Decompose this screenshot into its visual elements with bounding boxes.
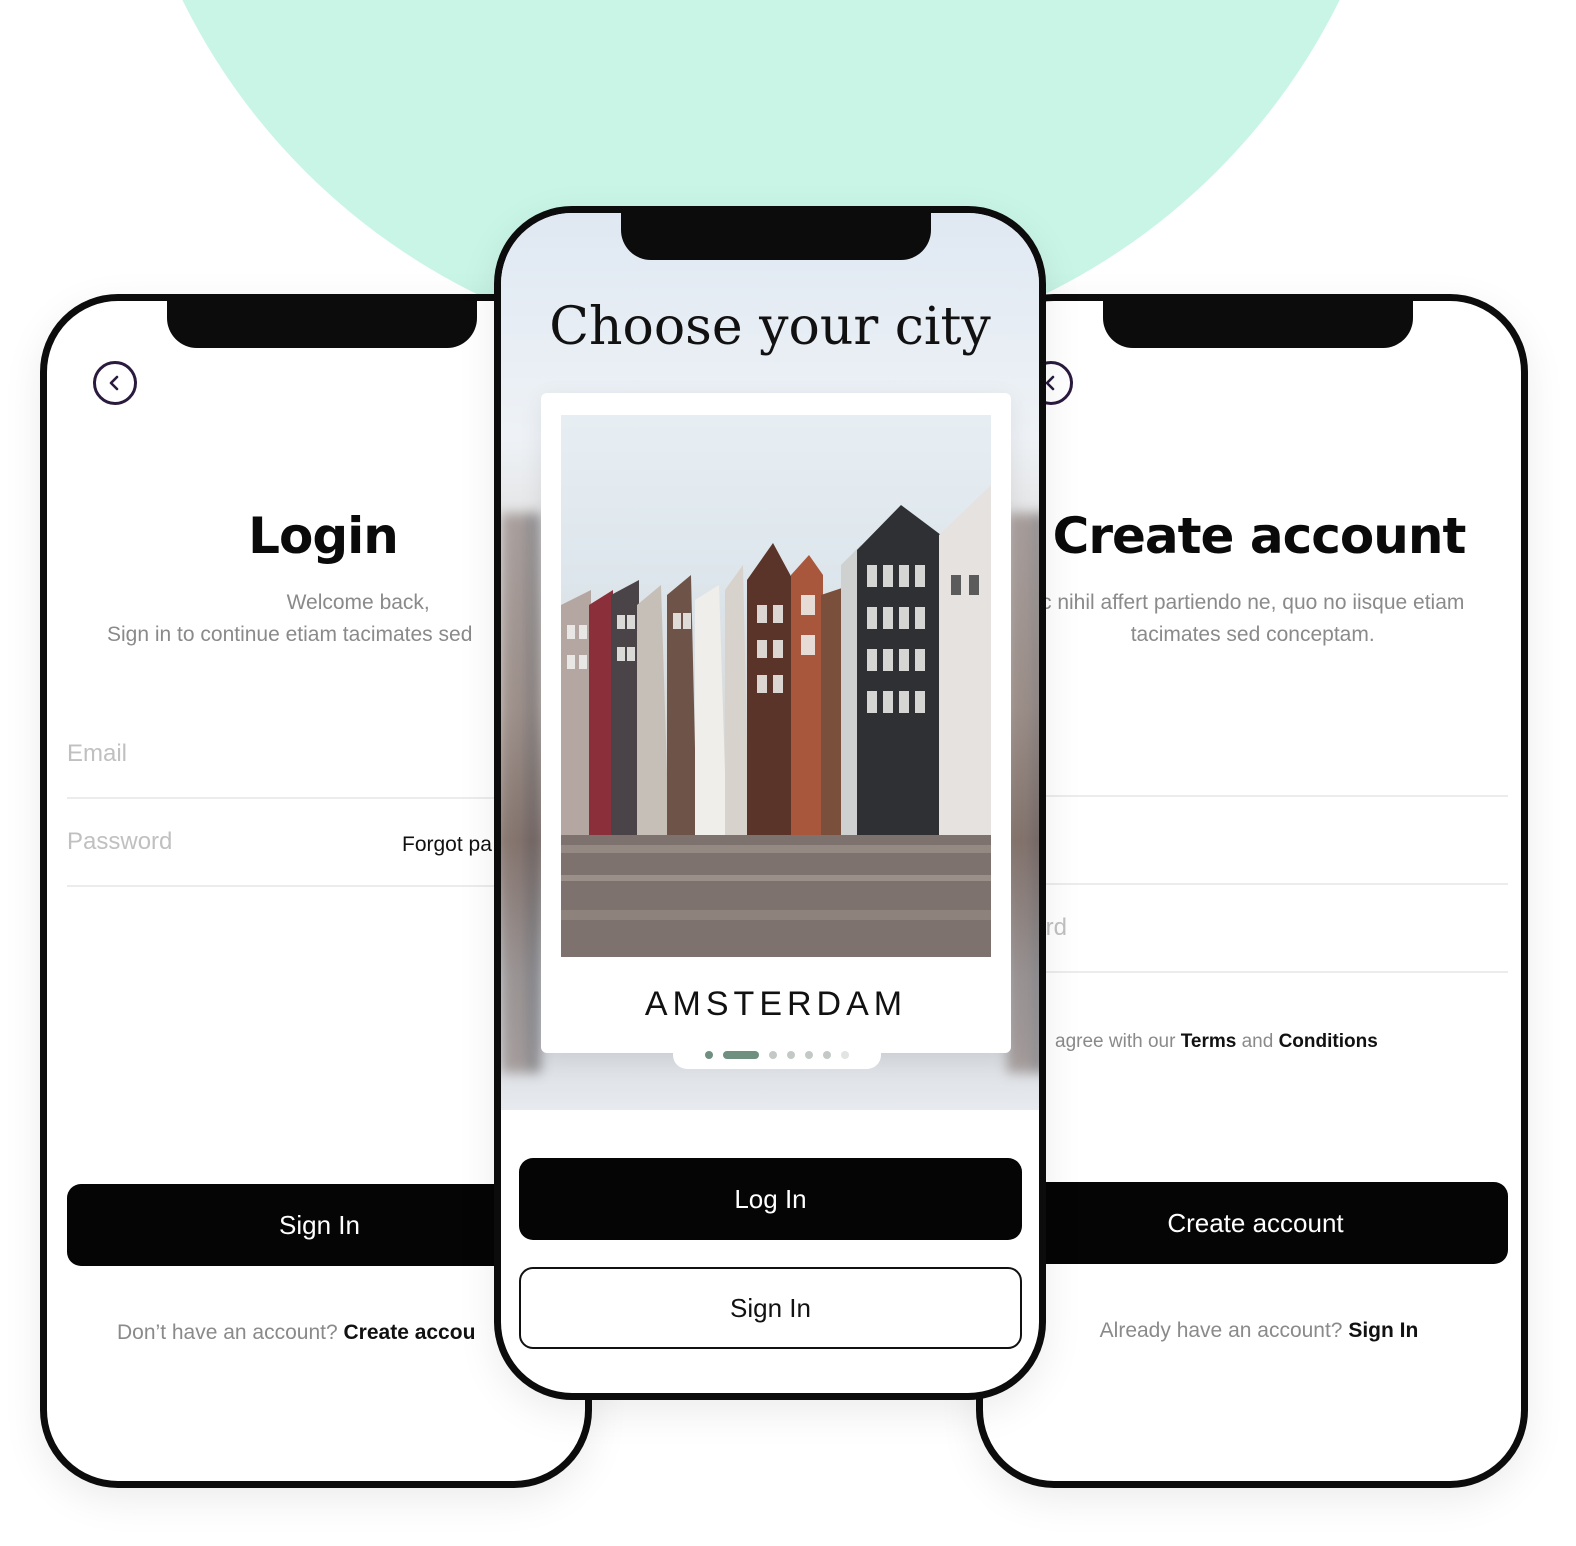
phone-notch <box>1103 301 1413 348</box>
email-input[interactable] <box>1003 826 1508 854</box>
carousel-dots <box>673 1041 881 1069</box>
password-input[interactable] <box>1003 914 1508 942</box>
subtitle-line: tacimates sed conceptam. <box>1130 623 1375 646</box>
create-account-button[interactable]: Create account <box>1003 1182 1508 1264</box>
name-field <box>1003 709 1508 797</box>
city-name: AMSTERDAM <box>644 985 908 1023</box>
signup-prompt-text: Don’t have an account? <box>117 1321 338 1344</box>
subtitle-line: c nihil affert partiendo ne, quo no iisq… <box>1041 591 1465 614</box>
terms-link[interactable]: Terms <box>1181 1031 1237 1052</box>
blurred-building <box>1007 513 1039 1073</box>
phone-notch <box>621 213 931 260</box>
choose-city-phone: Choose your city AMSTERDAM Log In Sign I… <box>494 206 1046 1400</box>
carousel-dot[interactable] <box>769 1051 777 1059</box>
subtitle-line: Sign in to continue etiam tacimates sed <box>107 623 473 646</box>
carousel-dot-active[interactable] <box>723 1051 759 1059</box>
name-input[interactable] <box>1003 738 1508 766</box>
sign-in-link[interactable]: Sign In <box>1348 1319 1418 1342</box>
city-card[interactable]: AMSTERDAM <box>541 393 1011 1053</box>
carousel-dot[interactable] <box>805 1051 813 1059</box>
create-account-link[interactable]: Create accou <box>344 1321 476 1344</box>
carousel-dot[interactable] <box>841 1051 849 1059</box>
email-field <box>1003 797 1508 885</box>
forgot-password-link[interactable]: Forgot pa <box>402 833 492 857</box>
canal-houses-illustration <box>561 485 991 957</box>
page-title: Choose your city <box>549 297 991 357</box>
signin-prompt-text: Already have an account? <box>1099 1319 1343 1342</box>
terms-and: and <box>1241 1031 1274 1052</box>
create-account-phone: Create account c nihil affert partiendo … <box>976 294 1528 1488</box>
blurred-building <box>501 513 541 1073</box>
conditions-link[interactable]: Conditions <box>1279 1031 1378 1052</box>
terms-agreement: agree with our Terms and Conditions <box>1023 1031 1378 1053</box>
city-photo <box>561 415 991 957</box>
carousel-dot[interactable] <box>823 1051 831 1059</box>
carousel-dot[interactable] <box>787 1051 795 1059</box>
signin-prompt: Already have an account? Sign In <box>983 1319 1521 1343</box>
carousel-dot[interactable] <box>705 1051 713 1059</box>
log-in-button[interactable]: Log In <box>519 1158 1022 1240</box>
chevron-left-icon <box>109 375 119 391</box>
terms-prefix: agree with our <box>1055 1031 1176 1052</box>
create-subtitle: c nihil affert partiendo ne, quo no iisq… <box>1041 587 1464 651</box>
back-button[interactable] <box>93 361 137 405</box>
phone-notch <box>167 301 477 348</box>
page-title: Create account <box>1052 507 1467 565</box>
login-subtitle: Welcome back, Sign in to continue etiam … <box>107 587 472 651</box>
subtitle-line: Welcome back, <box>286 591 430 614</box>
password-field <box>1003 885 1508 973</box>
sign-in-button[interactable]: Sign In <box>519 1267 1022 1349</box>
